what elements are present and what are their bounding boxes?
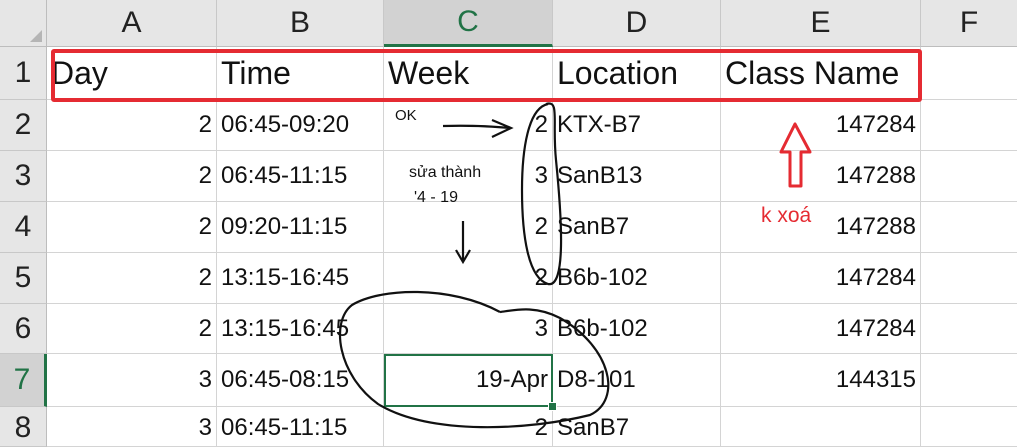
cell-day[interactable]: 2 <box>47 304 217 354</box>
column-header-d[interactable]: D <box>553 0 721 47</box>
annotation-fix-line1: sửa thành <box>409 164 482 181</box>
header-cell-class-name[interactable]: Class Name <box>721 47 921 100</box>
spreadsheet-grid: A B C D E F 1 2 3 4 5 6 7 8 Day Time Wee… <box>0 0 1017 447</box>
cell-f1[interactable] <box>921 47 1017 100</box>
cell-time[interactable]: 06:45-11:15 <box>217 407 384 447</box>
row-header-6[interactable]: 6 <box>0 304 47 354</box>
cell-class-name[interactable]: 147288 <box>721 202 921 253</box>
row-header-2[interactable]: 2 <box>0 100 47 151</box>
cell-location[interactable]: B6b-102 <box>553 253 721 304</box>
row-header-4[interactable]: 4 <box>0 202 47 253</box>
header-cell-week[interactable]: Week <box>384 47 553 100</box>
cell-f[interactable] <box>921 202 1017 253</box>
cell-day[interactable]: 3 <box>47 407 217 447</box>
header-cell-time[interactable]: Time <box>217 47 384 100</box>
cell-class-name[interactable] <box>721 407 921 447</box>
cell-time[interactable]: 06:45-11:15 <box>217 151 384 202</box>
cell-week[interactable]: 3 <box>384 304 553 354</box>
cell-day[interactable]: 2 <box>47 151 217 202</box>
header-cell-location[interactable]: Location <box>553 47 721 100</box>
column-header-e[interactable]: E <box>721 0 921 47</box>
row-header-8[interactable]: 8 <box>0 407 47 447</box>
cell-time[interactable]: 13:15-16:45 <box>217 304 384 354</box>
cell-f[interactable] <box>921 407 1017 447</box>
cell-time[interactable]: 13:15-16:45 <box>217 253 384 304</box>
column-header-b[interactable]: B <box>217 0 384 47</box>
cell-f[interactable] <box>921 100 1017 151</box>
cell-f[interactable] <box>921 304 1017 354</box>
cell-day[interactable]: 2 <box>47 100 217 151</box>
annotation-fix-line2: '4 - 19 <box>414 189 458 206</box>
header-cell-day[interactable]: Day <box>47 47 217 100</box>
cell-week-selected[interactable]: 19-Apr <box>384 354 553 407</box>
row-header-5[interactable]: 5 <box>0 253 47 304</box>
fill-handle[interactable] <box>548 402 557 411</box>
cell-class-name[interactable]: 147284 <box>721 304 921 354</box>
cell-f[interactable] <box>921 151 1017 202</box>
cell-f[interactable] <box>921 253 1017 304</box>
cell-class-name[interactable]: 147284 <box>721 253 921 304</box>
column-header-a[interactable]: A <box>47 0 217 47</box>
cell-location[interactable]: SanB7 <box>553 202 721 253</box>
cell-time[interactable]: 09:20-11:15 <box>217 202 384 253</box>
cell-class-name[interactable]: 147284 <box>721 100 921 151</box>
cell-week[interactable]: 2 <box>384 202 553 253</box>
row-header-1[interactable]: 1 <box>0 47 47 100</box>
column-header-c[interactable]: C <box>384 0 553 47</box>
annotation-keep: k xoá <box>761 204 812 227</box>
cell-week[interactable]: 2 <box>384 407 553 447</box>
row-header-3[interactable]: 3 <box>0 151 47 202</box>
select-all-triangle-icon <box>30 30 42 42</box>
annotation-ok: OK <box>395 107 417 124</box>
cell-location[interactable]: B6b-102 <box>553 304 721 354</box>
cell-day[interactable]: 2 <box>47 202 217 253</box>
cell-location[interactable]: KTX-B7 <box>553 100 721 151</box>
cell-day[interactable]: 2 <box>47 253 217 304</box>
cell-class-name[interactable]: 144315 <box>721 354 921 407</box>
row-header-7[interactable]: 7 <box>0 354 47 407</box>
cell-day[interactable]: 3 <box>47 354 217 407</box>
cell-location[interactable]: SanB13 <box>553 151 721 202</box>
select-all-corner[interactable] <box>0 0 47 47</box>
column-header-f[interactable]: F <box>921 0 1017 47</box>
cell-time[interactable]: 06:45-08:15 <box>217 354 384 407</box>
cell-time[interactable]: 06:45-09:20 <box>217 100 384 151</box>
cell-f[interactable] <box>921 354 1017 407</box>
cell-location[interactable]: D8-101 <box>553 354 721 407</box>
cell-location[interactable]: SanB7 <box>553 407 721 447</box>
cell-class-name[interactable]: 147288 <box>721 151 921 202</box>
cell-week[interactable]: 2 <box>384 253 553 304</box>
